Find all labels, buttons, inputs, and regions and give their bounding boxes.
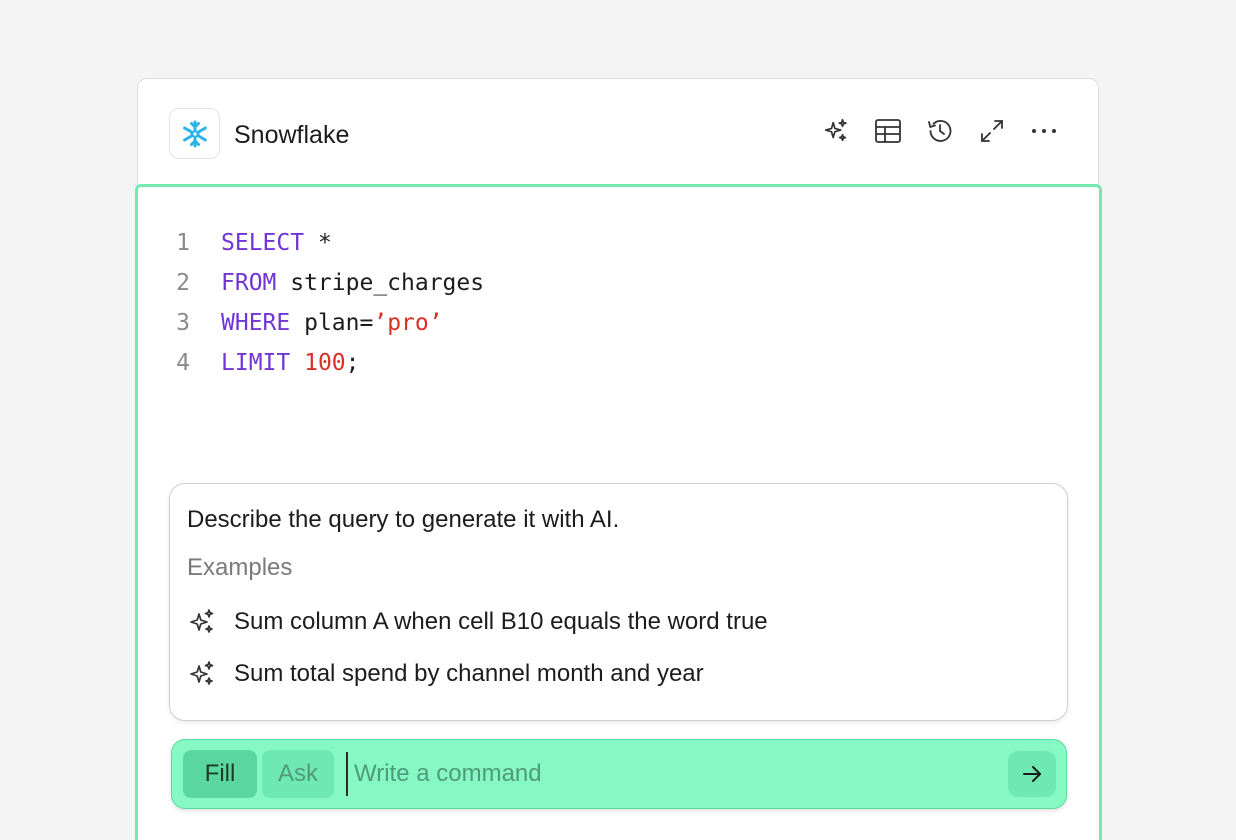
header-toolbar bbox=[822, 117, 1058, 145]
snowflake-logo bbox=[169, 108, 220, 159]
sql-text: * bbox=[304, 230, 332, 256]
more-button[interactable] bbox=[1030, 117, 1058, 145]
sql-keyword: LIMIT bbox=[221, 350, 291, 376]
line-number: 1 bbox=[176, 230, 190, 256]
code-text: WHERE plan=’pro’ bbox=[221, 303, 443, 343]
arrow-right-icon bbox=[1023, 766, 1041, 782]
table-view-button[interactable] bbox=[874, 117, 902, 145]
ask-mode-button[interactable]: Ask bbox=[262, 750, 334, 798]
sql-string: ’pro’ bbox=[373, 310, 443, 336]
sparkles-icon bbox=[187, 659, 217, 689]
ai-suggestions-panel: Describe the query to generate it with A… bbox=[169, 483, 1068, 721]
sql-keyword: WHERE bbox=[221, 310, 291, 336]
sparkles-icon bbox=[824, 118, 847, 142]
sparkles-icon bbox=[187, 607, 217, 637]
command-bar: Fill Ask bbox=[171, 739, 1067, 809]
ai-sparkle-button[interactable] bbox=[822, 117, 850, 145]
code-block: 1 SELECT * 2 FROM stripe_charges 3 WHERE… bbox=[138, 223, 484, 383]
examples-label: Examples bbox=[187, 554, 293, 581]
sql-number: 100 bbox=[304, 350, 346, 376]
sql-text: plan= bbox=[290, 310, 374, 336]
sql-keyword: SELECT bbox=[221, 230, 305, 256]
expand-icon bbox=[981, 120, 1003, 142]
code-text: FROM stripe_charges bbox=[221, 263, 484, 303]
snowflake-icon bbox=[182, 120, 207, 147]
card-header: Snowflake bbox=[138, 79, 1098, 185]
code-line: 4 LIMIT 100; bbox=[138, 343, 484, 383]
history-icon bbox=[928, 120, 952, 142]
code-text: SELECT * bbox=[221, 223, 332, 263]
history-button[interactable] bbox=[926, 117, 954, 145]
example-label: Sum total spend by channel month and yea… bbox=[234, 660, 704, 687]
example-label: Sum column A when cell B10 equals the wo… bbox=[234, 608, 768, 635]
sql-text: stripe_charges bbox=[276, 270, 485, 296]
expand-button[interactable] bbox=[978, 117, 1006, 145]
code-line: 2 FROM stripe_charges bbox=[138, 263, 484, 303]
sql-keyword: FROM bbox=[221, 270, 277, 296]
suggestions-title: Describe the query to generate it with A… bbox=[187, 506, 620, 533]
code-line: 1 SELECT * bbox=[138, 223, 484, 263]
code-line: 3 WHERE plan=’pro’ bbox=[138, 303, 484, 343]
sql-editor[interactable]: 1 SELECT * 2 FROM stripe_charges 3 WHERE… bbox=[135, 184, 1102, 840]
fill-mode-button[interactable]: Fill bbox=[183, 750, 257, 798]
sql-text: ; bbox=[345, 350, 360, 376]
command-input[interactable] bbox=[346, 752, 996, 796]
send-button[interactable] bbox=[1008, 751, 1056, 797]
line-number: 3 bbox=[176, 310, 190, 336]
line-number: 2 bbox=[176, 270, 190, 296]
code-text: LIMIT 100; bbox=[221, 343, 360, 383]
example-item[interactable]: Sum total spend by channel month and yea… bbox=[187, 659, 704, 689]
table-icon bbox=[875, 119, 901, 143]
example-item[interactable]: Sum column A when cell B10 equals the wo… bbox=[187, 607, 768, 637]
line-number: 4 bbox=[176, 350, 190, 376]
more-horizontal-icon bbox=[1032, 129, 1056, 133]
app-title: Snowflake bbox=[234, 121, 350, 149]
